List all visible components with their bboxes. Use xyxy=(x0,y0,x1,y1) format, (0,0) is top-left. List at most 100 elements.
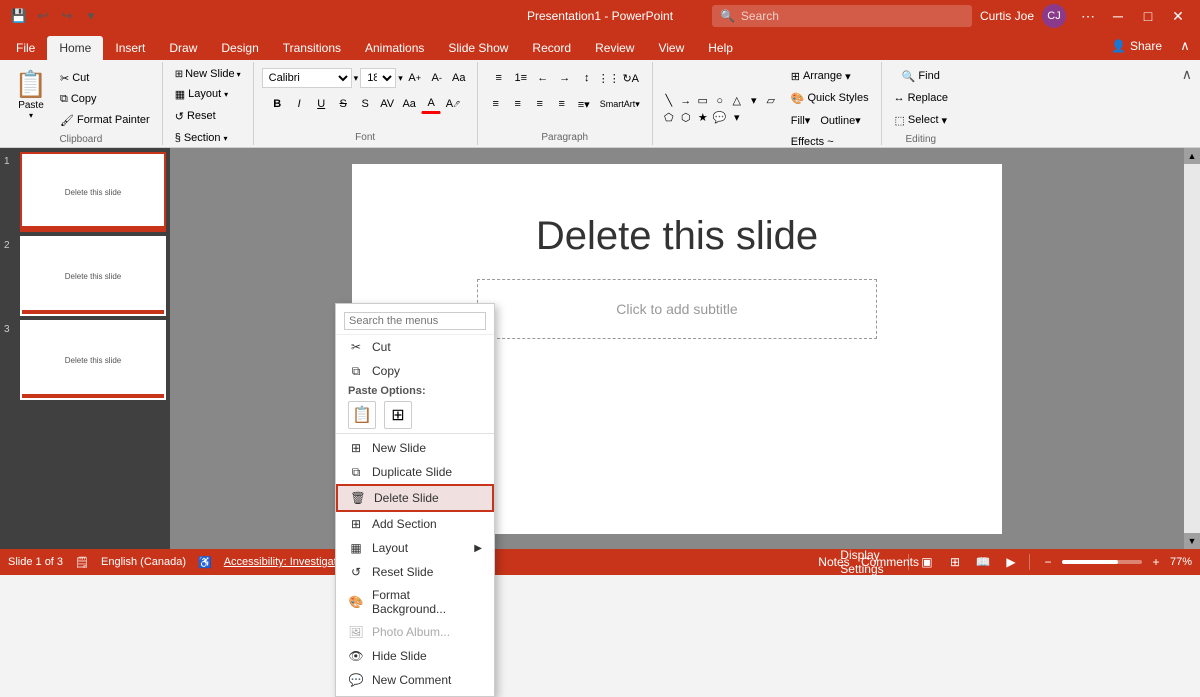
accessibility-info[interactable]: Accessibility: Investigate xyxy=(224,556,343,568)
ctx-format-background[interactable]: 🎨 Format Background... xyxy=(336,584,494,620)
slide-sorter-button[interactable]: ⊞ xyxy=(945,552,965,572)
customize-button[interactable]: ▾ xyxy=(80,5,102,27)
ctx-paste-no-format[interactable]: ⊞ xyxy=(384,401,412,429)
tab-file[interactable]: File xyxy=(4,36,47,60)
tab-home[interactable]: Home xyxy=(47,36,103,60)
ctx-add-section[interactable]: ⊞ Add Section xyxy=(336,512,494,536)
ctx-delete-slide[interactable]: 🗑 Delete Slide xyxy=(336,484,494,512)
format-painter-button[interactable]: 🖌 Format Painter xyxy=(56,110,154,130)
slide-subtitle-placeholder[interactable]: Click to add subtitle xyxy=(477,279,877,339)
align-right-button[interactable]: ≡ xyxy=(530,94,550,114)
copy-button[interactable]: ⧉ Copy xyxy=(56,89,154,109)
minimize-button[interactable]: ─ xyxy=(1104,2,1132,30)
font-size-select[interactable]: 18 xyxy=(360,68,396,88)
zoom-out-button[interactable]: − xyxy=(1038,552,1058,572)
line-spacing-button[interactable]: ↕ xyxy=(577,68,597,88)
save-button[interactable]: 💾 xyxy=(8,5,30,27)
new-slide-button[interactable]: ⊞ New Slide ▾ xyxy=(171,66,245,82)
slide-preview-1[interactable]: Delete this slide xyxy=(20,152,166,232)
slide-thumb-3[interactable]: 3 Delete this slide xyxy=(4,320,166,400)
quick-styles-button[interactable]: 🎨 Quick Styles xyxy=(787,88,873,108)
reset-button[interactable]: ↺ Reset xyxy=(171,106,220,126)
clear-format-button[interactable]: Aa xyxy=(449,68,469,88)
search-box[interactable]: 🔍 xyxy=(712,5,972,27)
convert-smartart-button[interactable]: SmartArt▾ xyxy=(596,94,644,114)
ctx-cut[interactable]: ✂ Cut xyxy=(336,335,494,359)
zoom-level[interactable]: 77% xyxy=(1170,556,1192,568)
slide-thumb-2[interactable]: 2 Delete this slide xyxy=(4,236,166,316)
shape-rect-button[interactable]: ▭ xyxy=(695,93,711,109)
tab-design[interactable]: Design xyxy=(209,36,270,60)
ctx-hide-slide[interactable]: 👁 Hide Slide xyxy=(336,644,494,668)
layout-button[interactable]: ▦ Layout ▾ xyxy=(171,84,232,104)
close-button[interactable]: ✕ xyxy=(1164,2,1192,30)
text-direction-button[interactable]: ↻A xyxy=(621,68,641,88)
normal-view-button[interactable]: ▣ xyxy=(917,552,937,572)
zoom-in-button[interactable]: + xyxy=(1146,552,1166,572)
highlight-color-button[interactable]: A🖊 xyxy=(443,94,463,114)
restore-button[interactable]: □ xyxy=(1134,2,1162,30)
collapse-ribbon-button[interactable]: ∧ xyxy=(1174,35,1196,57)
section-button[interactable]: § Section ▾ xyxy=(171,128,232,148)
grow-font-button[interactable]: A+ xyxy=(405,68,425,88)
reading-view-button[interactable]: 📖 xyxy=(973,552,993,572)
zoom-slider[interactable] xyxy=(1062,560,1142,564)
bold-button[interactable]: B xyxy=(267,94,287,114)
tab-record[interactable]: Record xyxy=(520,36,583,60)
slideshow-view-button[interactable]: ▶ xyxy=(1001,552,1021,572)
bullet-list-button[interactable]: ≡ xyxy=(489,68,509,88)
shrink-font-button[interactable]: A- xyxy=(427,68,447,88)
ctx-duplicate-slide[interactable]: ⧉ Duplicate Slide xyxy=(336,460,494,484)
scroll-up-button[interactable]: ▲ xyxy=(1184,148,1200,164)
scroll-down-button[interactable]: ▼ xyxy=(1184,533,1200,549)
tab-help[interactable]: Help xyxy=(696,36,745,60)
comments-button[interactable]: Comments xyxy=(880,552,900,572)
italic-button[interactable]: I xyxy=(289,94,309,114)
scroll-thumb[interactable] xyxy=(1184,164,1200,533)
ctx-copy[interactable]: ⧉ Copy xyxy=(336,359,494,383)
shape-parallelogram-button[interactable]: ▱ xyxy=(763,93,779,109)
slide-panel[interactable]: 1 Delete this slide 2 Delete this slide … xyxy=(0,148,170,549)
font-family-select[interactable]: Calibri xyxy=(262,68,352,88)
align-text-button[interactable]: ≡▾ xyxy=(574,94,594,114)
user-avatar[interactable]: CJ xyxy=(1042,4,1066,28)
strikethrough-button[interactable]: S xyxy=(333,94,353,114)
undo-button[interactable]: ↩ xyxy=(32,5,54,27)
paste-button[interactable]: 📋 Paste ▾ xyxy=(8,66,54,122)
tab-draw[interactable]: Draw xyxy=(157,36,209,60)
context-menu-search-input[interactable] xyxy=(344,312,486,330)
select-button[interactable]: ⬚ Select ▾ xyxy=(891,110,952,130)
redo-button[interactable]: ↪ xyxy=(56,5,78,27)
numbered-list-button[interactable]: 1≡ xyxy=(511,68,531,88)
slide-thumb-1[interactable]: 1 Delete this slide xyxy=(4,152,166,232)
shape-arrow-button[interactable]: → xyxy=(678,93,694,109)
shape-callout-button[interactable]: 💬 xyxy=(712,110,728,126)
align-left-button[interactable]: ≡ xyxy=(486,94,506,114)
shape-hex-button[interactable]: ⬡ xyxy=(678,110,694,126)
ctx-paste-keep-source[interactable]: 📋 xyxy=(348,401,376,429)
tab-insert[interactable]: Insert xyxy=(103,36,157,60)
find-button[interactable]: 🔍 Find xyxy=(898,66,944,86)
shape-pentagon-button[interactable]: ⬠ xyxy=(661,110,677,126)
shape-tri-button[interactable]: △ xyxy=(729,93,745,109)
char-spacing-button[interactable]: AV xyxy=(377,94,397,114)
shape-oval-button[interactable]: ○ xyxy=(712,93,728,109)
shape-more-button[interactable]: ▾ xyxy=(746,93,762,109)
tab-animations[interactable]: Animations xyxy=(353,36,436,60)
shape-star-button[interactable]: ★ xyxy=(695,110,711,126)
ctx-new-slide[interactable]: ⊞ New Slide xyxy=(336,436,494,460)
search-input[interactable] xyxy=(741,9,941,23)
justify-button[interactable]: ≡ xyxy=(552,94,572,114)
ctx-new-comment[interactable]: 💬 New Comment xyxy=(336,668,494,692)
ctx-reset-slide[interactable]: ↺ Reset Slide xyxy=(336,560,494,584)
tab-slideshow[interactable]: Slide Show xyxy=(436,36,520,60)
increase-indent-button[interactable]: → xyxy=(555,68,575,88)
align-center-button[interactable]: ≡ xyxy=(508,94,528,114)
shape-expand-button[interactable]: ▾ xyxy=(729,110,745,126)
text-shadow-button[interactable]: S xyxy=(355,94,375,114)
ctx-layout[interactable]: ▦ Layout ▶ xyxy=(336,536,494,560)
arrange-button[interactable]: ⊞ Arrange▾ xyxy=(787,66,873,86)
change-case-button[interactable]: Aa xyxy=(399,94,419,114)
tab-view[interactable]: View xyxy=(646,36,696,60)
shape-line-button[interactable]: ╲ xyxy=(661,93,677,109)
